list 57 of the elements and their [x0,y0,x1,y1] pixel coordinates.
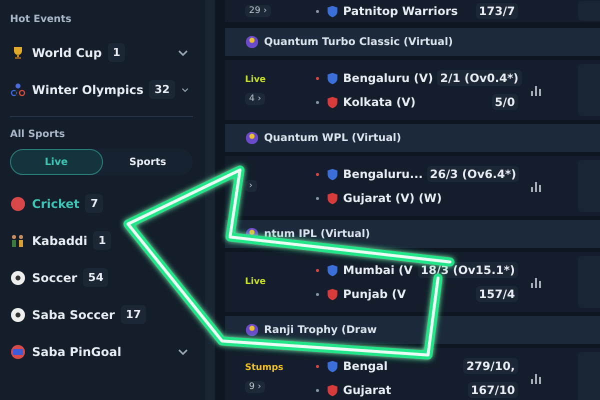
more-markets-badge[interactable]: 4 › [245,93,266,105]
score-badge: 26/3 (Ov6.4*) [426,166,520,182]
count-badge: 32 [149,80,175,99]
team-name: Gujarat [343,383,392,397]
event-item[interactable]: World Cup 1 [10,34,193,71]
count-badge: 54 [83,268,108,287]
more-markets-badge[interactable]: 9 › [245,381,266,393]
score-badge: 18/3 (Ov15.1*) [418,262,518,278]
score-badge: 167/10 [468,382,518,398]
sport-name: Soccer [32,270,78,284]
team-name: Patnitop Warriors [343,4,458,18]
match-card[interactable]: Stumps 9 › Bengal 279/10, Gujarat 167/10 [225,348,600,400]
league-title: Quantum WPL (Virtual) [264,132,402,144]
sport-name: Cricket [32,196,80,210]
event-name: World Cup [32,46,102,60]
score-badge: 279/10, [463,358,518,374]
team-name: Gujarat (V) (W) [343,191,442,205]
match-status: Live [245,75,266,85]
sport-name: Saba PinGoal [32,344,122,358]
match-status: Live [245,277,266,287]
match-card[interactable]: Live Mumbai (V 18/3 (Ov15.1*) Punjab (V 157/4 [225,252,600,312]
team-name: Kolkata (V) [343,95,416,109]
league-title: Ranji Trophy (Draw [264,324,377,336]
section-title: All Sports [10,128,66,142]
count-badge: 17 [120,305,146,324]
sport-item[interactable]: Saba Soccer 17 [10,296,193,333]
count-badge: 7 [85,194,104,213]
match-card[interactable]: › Bengaluru... 26/3 (Ov6.4*) Gujarat (V) (W) [225,156,600,216]
sport-item[interactable]: Cricket 7 [10,185,193,222]
score-badge: 173/7 [476,3,518,19]
team-name: Mumbai (V [343,263,413,277]
match-card[interactable]: Live 4 › Bengaluru (V) 2/1 (Ov0.4*) Kolkata (V) 5/0 [225,60,600,120]
count-badge: 1 [93,231,112,250]
sport-name: Kabaddi [32,234,88,248]
score-badge: 157/4 [476,286,518,302]
sport-item[interactable]: Kabaddi 1 [10,222,193,259]
team-name: Bengal [343,359,388,373]
match-status: Stumps [245,363,284,373]
sport-item[interactable]: Saba PinGoal [10,333,193,370]
sport-item[interactable]: Soccer 54 [10,259,193,296]
league-title: ntum IPL (Virtual) [264,228,370,240]
section-title: Hot Events [10,12,72,26]
league-title: Quantum Turbo Classic (Virtual) [264,36,453,48]
more-markets-badge[interactable]: › [245,180,257,192]
more-markets-badge[interactable]: 29 › [245,5,271,17]
event-name: Winter Olympics [32,82,144,96]
team-name: Bengaluru... [343,167,423,181]
count-badge: 1 [108,43,126,62]
toggle-tab[interactable]: Sports [102,149,193,175]
event-item[interactable]: Winter Olympics 32 [10,71,193,108]
team-name: Punjab (V [343,287,406,301]
toggle-tab[interactable]: Live [10,149,102,175]
sport-name: Saba Soccer [32,308,115,322]
score-badge: 2/1 (Ov0.4*) [437,70,522,86]
score-badge: 5/0 [492,94,518,110]
team-name: Bengaluru (V) [343,71,434,85]
match-card[interactable]: 29 › Patnitop Warriors 173/7 [225,0,600,22]
